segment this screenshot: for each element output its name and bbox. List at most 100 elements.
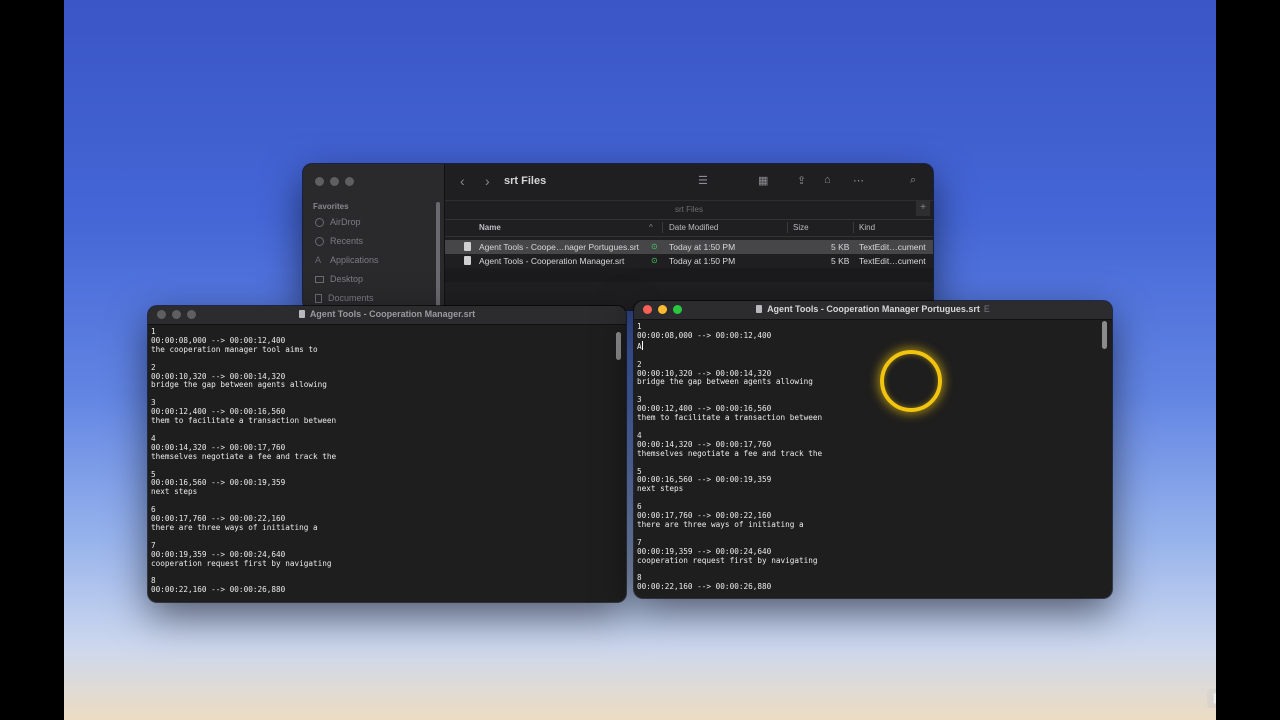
file-date: Today at 1:50 PM (669, 242, 736, 252)
grid-view-icon[interactable]: ▦ (758, 174, 768, 187)
sidebar-item-label: Applications (330, 255, 379, 265)
text-line (151, 390, 614, 399)
sort-chevron-icon: ^ (649, 223, 653, 232)
text-line: bridge the gap between agents allowing (637, 377, 813, 387)
recording-controls[interactable]: ❚❚ ◙ (1207, 689, 1216, 708)
text-line: there are three ways of initiating a (637, 519, 804, 529)
editor-scrollbar[interactable] (1102, 321, 1110, 590)
column-divider (787, 222, 788, 233)
file-date: Today at 1:50 PM (669, 256, 736, 266)
window-title: srt Files (504, 175, 547, 187)
window-controls (315, 177, 354, 186)
text-line (151, 462, 614, 471)
text-line: next steps (637, 484, 684, 494)
sidebar-item-label: Documents (328, 293, 374, 303)
sidebar-item-airdrop[interactable]: AirDrop (315, 217, 361, 227)
desktop: Favorites AirDrop Recents A Applications… (64, 0, 1216, 720)
editor-text-area[interactable]: 1 00:00:08,000 --> 00:00:12,400 the cooper… (151, 328, 614, 600)
text-line: cooperation request first by navigating (151, 558, 332, 568)
column-kind[interactable]: Kind (859, 223, 875, 232)
file-size: 5 KB (831, 256, 850, 266)
column-size[interactable]: Size (793, 223, 809, 232)
text-line: cooperation request first by navigating (637, 555, 818, 565)
edited-indicator: E (983, 304, 990, 314)
text-editor-window-english[interactable]: Agent Tools - Cooperation Manager.srt 10… (148, 306, 626, 602)
text-line: A (637, 340, 643, 351)
column-date[interactable]: Date Modified (669, 223, 718, 232)
add-tab-button[interactable]: + (916, 200, 930, 216)
file-row[interactable]: Agent Tools - Cooperation Manager.srt ⊙ … (445, 254, 933, 268)
text-editor-window-portuguese[interactable]: Agent Tools - Cooperation Manager Portug… (634, 301, 1112, 598)
synced-check-icon: ⊙ (651, 242, 658, 251)
file-kind: TextEdit…cument (859, 242, 926, 252)
close-button[interactable] (315, 177, 324, 186)
file-size: 5 KB (831, 242, 850, 252)
document-icon (756, 305, 763, 313)
file-kind: TextEdit…cument (859, 256, 926, 266)
document-icon (464, 256, 471, 265)
finder-main: ‹ › srt Files ☰ ▦ ⇪ ⌂ ⋯ ⌕ srt Files + Na… (445, 164, 933, 310)
text-cursor (641, 340, 643, 350)
minimize-button[interactable] (330, 177, 339, 186)
sidebar-scrollbar[interactable] (436, 202, 440, 310)
editor-scrollbar[interactable] (616, 326, 624, 594)
sidebar-item-applications[interactable]: A Applications (315, 255, 379, 265)
column-name[interactable]: Name (479, 223, 501, 232)
editor-titlebar: Agent Tools - Cooperation Manager.srt (148, 306, 626, 325)
text-line (637, 423, 1100, 432)
applications-icon: A (315, 254, 322, 265)
clock-icon (315, 236, 324, 246)
text-line (151, 355, 614, 364)
editor-text-area[interactable]: 1 00:00:08,000 --> 00:00:12,400 A 2 00:00:1… (637, 323, 1100, 596)
sidebar-item-documents[interactable]: Documents (315, 293, 374, 303)
more-icon[interactable]: ⋯ (853, 174, 864, 187)
search-icon[interactable]: ⌕ (910, 174, 916, 187)
column-header: Name ^ Date Modified Size Kind (445, 219, 933, 237)
text-line: 00:00:22,160 --> 00:00:26,880 (151, 585, 286, 595)
click-highlight-ring (880, 350, 942, 412)
text-line (637, 565, 1100, 574)
text-line: 00:00:16,560 --> 00:00:19,359 (637, 475, 772, 485)
finder-window[interactable]: Favorites AirDrop Recents A Applications… (303, 164, 933, 310)
document-icon (298, 310, 305, 318)
text-line: 00:00:16,560 --> 00:00:19,359 (151, 478, 286, 488)
path-title: srt Files (445, 200, 933, 219)
forward-icon[interactable]: › (485, 173, 490, 189)
text-line (151, 533, 614, 542)
text-line: themselves negotiate a fee and track the (637, 448, 823, 458)
editor-title-text: Agent Tools - Cooperation Manager Portug… (767, 304, 980, 314)
pause-icon[interactable]: ❚❚ (1207, 689, 1216, 708)
text-line: them to facilitate a transaction between (151, 416, 337, 426)
text-line: 00:00:22,160 --> 00:00:26,880 (637, 582, 772, 592)
text-line (637, 530, 1100, 539)
desktop-icon (315, 275, 324, 283)
sidebar-item-label: Recents (330, 236, 364, 246)
text-line: there are three ways of initiating a (151, 522, 318, 532)
sidebar-item-desktop[interactable]: Desktop (315, 274, 363, 284)
file-name: Agent Tools - Cooperation Manager.srt (479, 256, 625, 266)
editor-title: Agent Tools - Cooperation Manager Portug… (634, 304, 1112, 314)
zoom-button[interactable] (345, 177, 354, 186)
back-icon[interactable]: ‹ (460, 173, 465, 189)
sidebar-item-recents[interactable]: Recents (315, 236, 363, 246)
file-row[interactable]: Agent Tools - Coope…nager Portugues.srt … (445, 240, 933, 254)
finder-sidebar: Favorites AirDrop Recents A Applications… (303, 164, 445, 310)
text-line (151, 568, 614, 577)
editor-title: Agent Tools - Cooperation Manager.srt (148, 309, 626, 319)
tag-icon[interactable]: ⌂ (824, 174, 831, 186)
finder-toolbar: ‹ › srt Files ☰ ▦ ⇪ ⌂ ⋯ ⌕ (445, 164, 933, 200)
scrollbar-thumb[interactable] (616, 332, 621, 360)
favorites-heading: Favorites (313, 202, 349, 211)
text-line (151, 426, 614, 435)
document-icon (315, 293, 322, 303)
text-line (637, 387, 1100, 396)
document-icon (464, 242, 471, 251)
sidebar-item-label: Desktop (330, 274, 364, 284)
text-line: next steps (151, 487, 198, 497)
airdrop-icon (315, 217, 324, 227)
list-view-icon[interactable]: ☰ (698, 174, 708, 187)
scrollbar-thumb[interactable] (1102, 321, 1107, 349)
text-line (637, 494, 1100, 503)
share-icon[interactable]: ⇪ (797, 174, 806, 187)
text-line: bridge the gap between agents allowing (151, 380, 327, 390)
